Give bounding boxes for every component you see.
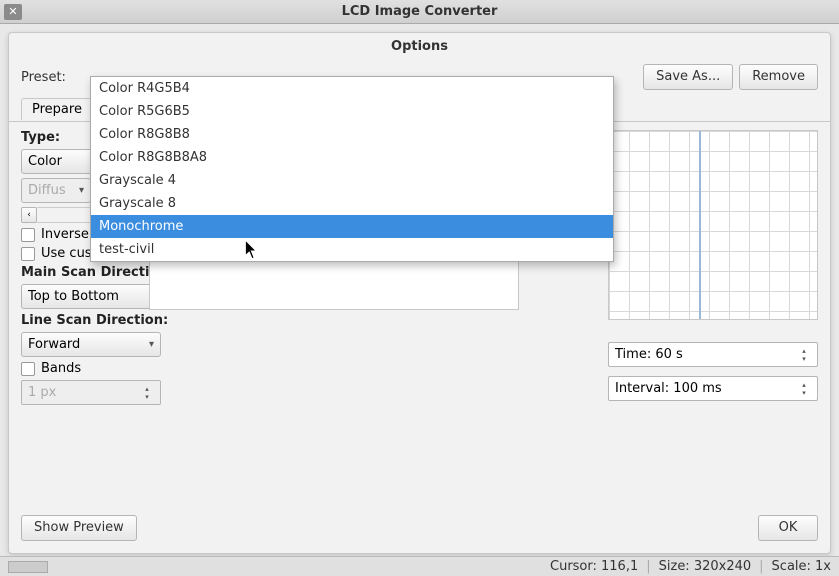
type-value: Color	[28, 154, 62, 169]
status-scale: Scale: 1x	[772, 559, 831, 574]
scroll-left-button[interactable]: ‹	[21, 207, 37, 223]
preset-dropdown[interactable]: Color R4G5B4Color R5G6B5Color R8G8B8Colo…	[90, 76, 614, 262]
interval-spinbox[interactable]: Interval: 100 ms ▴▾	[608, 376, 818, 401]
main-scan-value: Top to Bottom	[28, 289, 119, 304]
spin-up-icon[interactable]: ▴	[797, 381, 811, 389]
spin-down-icon[interactable]: ▾	[797, 389, 811, 397]
main-scan-select[interactable]: Top to Bottom ▾	[21, 284, 161, 309]
bands-label: Bands	[41, 361, 81, 376]
inverse-label: Inverse	[41, 227, 89, 242]
window-title: LCD Image Converter	[0, 4, 839, 19]
statusbar: Cursor: 116,1 | Size: 320x240 | Scale: 1…	[0, 556, 839, 576]
bands-px-spinbox: 1 px ▴▾	[21, 380, 161, 405]
dropdown-item[interactable]: Color R8G8B8	[91, 123, 613, 146]
resize-grip[interactable]	[8, 561, 48, 573]
dropdown-item[interactable]: Monochrome	[91, 215, 613, 238]
custom-script-checkbox[interactable]	[21, 247, 35, 261]
remove-button[interactable]: Remove	[739, 64, 818, 90]
tab-prepare[interactable]: Prepare	[21, 98, 93, 120]
status-size: Size: 320x240	[659, 559, 752, 574]
bands-checkbox[interactable]	[21, 362, 35, 376]
save-as-button[interactable]: Save As...	[643, 64, 733, 90]
line-scan-label: Line Scan Direction:	[21, 313, 181, 328]
window-titlebar: ✕ LCD Image Converter	[0, 0, 839, 24]
scan-preview-grid	[608, 130, 818, 320]
status-cursor: Cursor: 116,1	[550, 559, 638, 574]
bands-px-value: 1 px	[28, 385, 56, 400]
dropdown-item[interactable]: Color R5G6B5	[91, 100, 613, 123]
dialog-footer: Show Preview OK	[21, 515, 818, 541]
time-value: Time: 60 s	[615, 347, 683, 362]
dither-select: Diffus ▾	[21, 178, 91, 203]
dropdown-item[interactable]: Grayscale 4	[91, 169, 613, 192]
show-preview-button[interactable]: Show Preview	[21, 515, 137, 541]
chevron-down-icon: ▾	[79, 185, 84, 196]
spin-down-icon: ▾	[140, 393, 154, 401]
spin-up-icon[interactable]: ▴	[797, 347, 811, 355]
dropdown-item[interactable]: test-civil	[91, 238, 613, 261]
close-icon[interactable]: ✕	[4, 4, 22, 20]
inverse-checkbox[interactable]	[21, 228, 35, 242]
spin-up-icon: ▴	[140, 385, 154, 393]
interval-value: Interval: 100 ms	[615, 381, 722, 396]
dropdown-item[interactable]: Color R4G5B4	[91, 77, 613, 100]
line-scan-value: Forward	[28, 337, 80, 352]
dither-value: Diffus	[28, 183, 66, 198]
ok-button[interactable]: OK	[758, 515, 818, 541]
dropdown-item[interactable]: Color R8G8B8A8	[91, 146, 613, 169]
spin-down-icon[interactable]: ▾	[797, 355, 811, 363]
preset-label: Preset:	[21, 70, 66, 85]
chevron-down-icon: ▾	[149, 339, 154, 350]
dialog-title: Options	[9, 33, 830, 60]
dropdown-item[interactable]: Grayscale 8	[91, 192, 613, 215]
bands-row[interactable]: Bands	[21, 361, 181, 376]
line-scan-select[interactable]: Forward ▾	[21, 332, 161, 357]
time-spinbox[interactable]: Time: 60 s ▴▾	[608, 342, 818, 367]
